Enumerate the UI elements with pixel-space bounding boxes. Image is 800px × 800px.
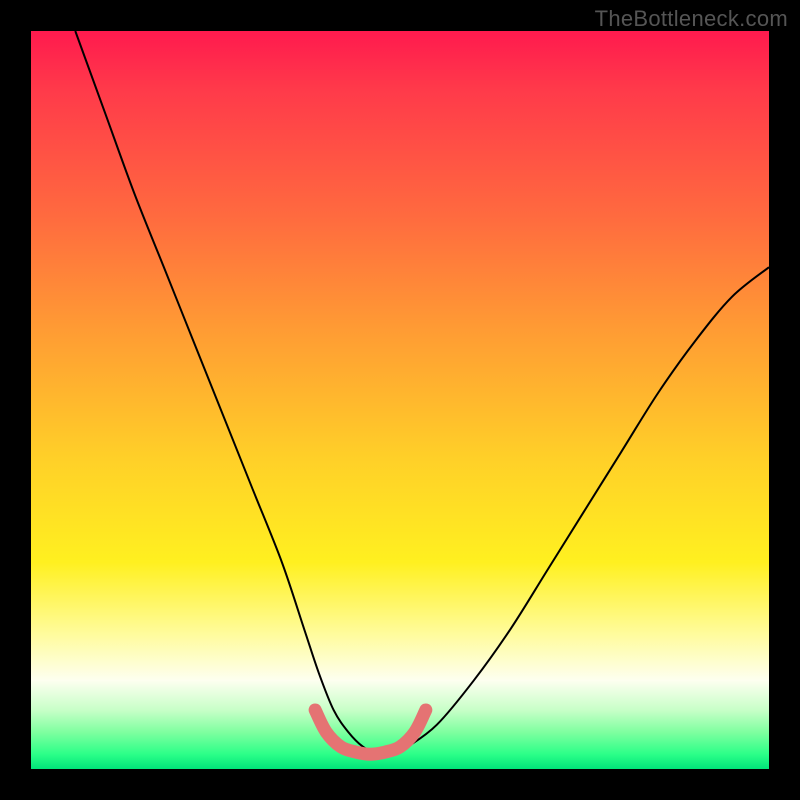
plot-area	[31, 31, 769, 769]
optimal-zone-highlight	[315, 710, 426, 754]
chart-container: TheBottleneck.com	[0, 0, 800, 800]
series-group	[75, 31, 769, 755]
chart-svg	[31, 31, 769, 769]
bottleneck-curve	[75, 31, 769, 755]
watermark-text: TheBottleneck.com	[595, 6, 788, 32]
